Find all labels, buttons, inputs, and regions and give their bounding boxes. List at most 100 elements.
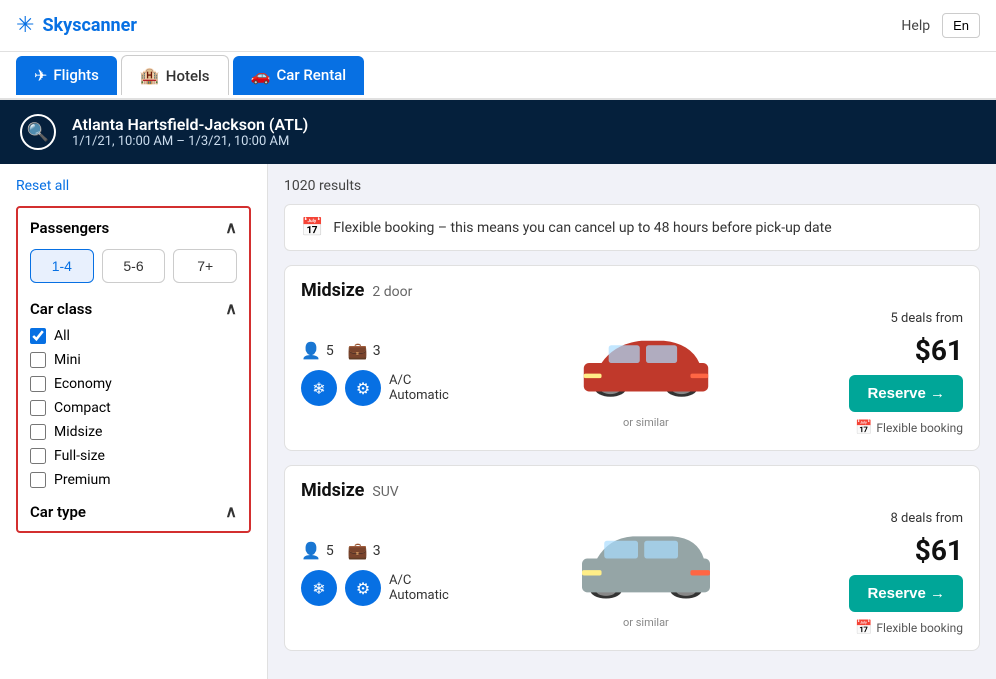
search-button[interactable]: 🔍 bbox=[20, 114, 56, 150]
car-class-economy[interactable]: Economy bbox=[30, 376, 237, 392]
price-0: $61 bbox=[915, 334, 963, 367]
tab-car-rental[interactable]: 🚗 Car Rental bbox=[233, 56, 365, 95]
car-class-premium[interactable]: Premium bbox=[30, 472, 237, 488]
car-type-filter-header[interactable]: Car type ∧ bbox=[30, 502, 237, 521]
bags-count-0: 3 bbox=[373, 343, 381, 359]
car-class-mini-checkbox[interactable] bbox=[30, 352, 46, 368]
passengers-feature-0: 👤 5 bbox=[301, 341, 334, 360]
card-top-1: Midsize SUV bbox=[301, 480, 963, 501]
transmission-icon-1: ⚙ bbox=[345, 570, 381, 606]
car-class-compact[interactable]: Compact bbox=[30, 400, 237, 416]
flexible-tag-label-1: Flexible booking bbox=[876, 621, 963, 635]
car-class-label: Car class bbox=[30, 300, 92, 318]
car-class-mini[interactable]: Mini bbox=[30, 352, 237, 368]
deals-text-1: 8 deals from bbox=[890, 511, 963, 526]
flexible-tag-1: 📅 Flexible booking bbox=[855, 620, 963, 636]
passenger-btn-7plus[interactable]: 7+ bbox=[173, 249, 237, 283]
car-class-premium-checkbox[interactable] bbox=[30, 472, 46, 488]
car-class-compact-checkbox[interactable] bbox=[30, 400, 46, 416]
flex-tag-icon-0: 📅 bbox=[855, 420, 872, 436]
car-class-fullsize-label: Full-size bbox=[54, 448, 105, 464]
car-title-0: Midsize 2 door bbox=[301, 280, 412, 301]
flexible-booking-text: Flexible booking – this means you can ca… bbox=[333, 220, 831, 236]
car-class-all-label: All bbox=[54, 328, 70, 344]
bags-feature-0: 💼 3 bbox=[348, 341, 381, 360]
ac-label-0: A/C bbox=[389, 373, 449, 388]
deals-text-0: 5 deals from bbox=[890, 311, 963, 326]
transmission-label-1: Automatic bbox=[389, 588, 449, 603]
car-title-1: Midsize SUV bbox=[301, 480, 399, 501]
passenger-btn-1-4[interactable]: 1-4 bbox=[30, 249, 94, 283]
search-bar: 🔍 Atlanta Hartsfield-Jackson (ATL) 1/1/2… bbox=[0, 100, 996, 164]
car-card-1: Midsize SUV 👤 5 💼 3 bbox=[284, 465, 980, 651]
person-icon-1: 👤 bbox=[301, 541, 321, 560]
car-class-all[interactable]: All bbox=[30, 328, 237, 344]
car-image-area-1: or similar bbox=[566, 518, 726, 629]
car-class-mini-label: Mini bbox=[54, 352, 81, 368]
car-class-fullsize[interactable]: Full-size bbox=[30, 448, 237, 464]
car-class-fullsize-checkbox[interactable] bbox=[30, 448, 46, 464]
card-body-0: 👤 5 💼 3 ❄ ⚙ A/C Automatic bbox=[301, 311, 963, 436]
reset-all-link[interactable]: Reset all bbox=[16, 178, 251, 194]
logo-text: Skyscanner bbox=[42, 15, 137, 36]
passengers-filter-header[interactable]: Passengers ∧ bbox=[30, 218, 237, 237]
tab-hotels[interactable]: 🏨 Hotels bbox=[121, 55, 229, 95]
car-features-1: 👤 5 💼 3 ❄ ⚙ A/C Automatic bbox=[301, 541, 449, 606]
car-image-area-0: or similar bbox=[566, 318, 726, 429]
hotels-icon: 🏨 bbox=[140, 66, 160, 85]
feature-row-1: 👤 5 💼 3 bbox=[301, 541, 449, 560]
card-right-1: 8 deals from $61 Reserve → 📅 Flexible bo… bbox=[843, 511, 963, 636]
car-class-economy-label: Economy bbox=[54, 376, 112, 392]
car-class-chevron-icon: ∧ bbox=[225, 299, 237, 318]
filter-section: Passengers ∧ 1-4 5-6 7+ Car class ∧ All bbox=[16, 206, 251, 533]
amenity-row-1: ❄ ⚙ A/C Automatic bbox=[301, 570, 449, 606]
bags-count-1: 3 bbox=[373, 543, 381, 559]
tab-flights-label: Flights bbox=[53, 66, 98, 84]
reserve-button-1[interactable]: Reserve → bbox=[849, 575, 963, 612]
price-1: $61 bbox=[915, 534, 963, 567]
amenity-text-0: A/C Automatic bbox=[389, 373, 449, 403]
passengers-chevron-icon: ∧ bbox=[225, 218, 237, 237]
car-class-midsize[interactable]: Midsize bbox=[30, 424, 237, 440]
reserve-button-0[interactable]: Reserve → bbox=[849, 375, 963, 412]
passengers-buttons: 1-4 5-6 7+ bbox=[30, 249, 237, 283]
car-class-midsize-checkbox[interactable] bbox=[30, 424, 46, 440]
bags-feature-1: 💼 3 bbox=[348, 541, 381, 560]
bag-icon-1: 💼 bbox=[348, 541, 368, 560]
flexible-booking-banner: 📅 Flexible booking – this means you can … bbox=[284, 204, 980, 251]
search-icon: 🔍 bbox=[27, 122, 49, 143]
passengers-count-1: 5 bbox=[326, 543, 334, 559]
car-class-filter-header[interactable]: Car class ∧ bbox=[30, 299, 237, 318]
passengers-feature-1: 👤 5 bbox=[301, 541, 334, 560]
car-class-list: All Mini Economy Compact Midsize bbox=[30, 328, 237, 488]
tab-bar: ✈ Flights 🏨 Hotels 🚗 Car Rental bbox=[0, 52, 996, 100]
search-location: Atlanta Hartsfield-Jackson (ATL) bbox=[72, 115, 308, 134]
car-subtype-0: 2 door bbox=[372, 284, 412, 300]
transmission-label-0: Automatic bbox=[389, 388, 449, 403]
top-nav: ✳ Skyscanner Help En bbox=[0, 0, 996, 52]
ac-label-1: A/C bbox=[389, 573, 449, 588]
car-class-premium-label: Premium bbox=[54, 472, 111, 488]
car-class-all-checkbox[interactable] bbox=[30, 328, 46, 344]
tab-car-rental-label: Car Rental bbox=[276, 66, 346, 84]
tab-hotels-label: Hotels bbox=[166, 67, 210, 85]
card-body-1: 👤 5 💼 3 ❄ ⚙ A/C Automatic bbox=[301, 511, 963, 636]
car-image-1 bbox=[566, 518, 726, 608]
car-type-label: Car type bbox=[30, 503, 86, 521]
car-class-compact-label: Compact bbox=[54, 400, 111, 416]
skyscanner-icon: ✳ bbox=[16, 13, 34, 38]
person-icon-0: 👤 bbox=[301, 341, 321, 360]
amenity-text-1: A/C Automatic bbox=[389, 573, 449, 603]
search-dates: 1/1/21, 10:00 AM – 1/3/21, 10:00 AM bbox=[72, 134, 308, 149]
card-top-0: Midsize 2 door bbox=[301, 280, 963, 301]
passenger-btn-5-6[interactable]: 5-6 bbox=[102, 249, 166, 283]
tab-flights[interactable]: ✈ Flights bbox=[16, 56, 117, 95]
help-link[interactable]: Help bbox=[901, 18, 930, 34]
flexible-tag-0: 📅 Flexible booking bbox=[855, 420, 963, 436]
flexible-tag-label-0: Flexible booking bbox=[876, 421, 963, 435]
car-class-midsize-label: Midsize bbox=[54, 424, 102, 440]
or-similar-1: or similar bbox=[566, 616, 726, 629]
car-class-economy-checkbox[interactable] bbox=[30, 376, 46, 392]
language-button[interactable]: En bbox=[942, 13, 980, 38]
ac-icon-1: ❄ bbox=[301, 570, 337, 606]
